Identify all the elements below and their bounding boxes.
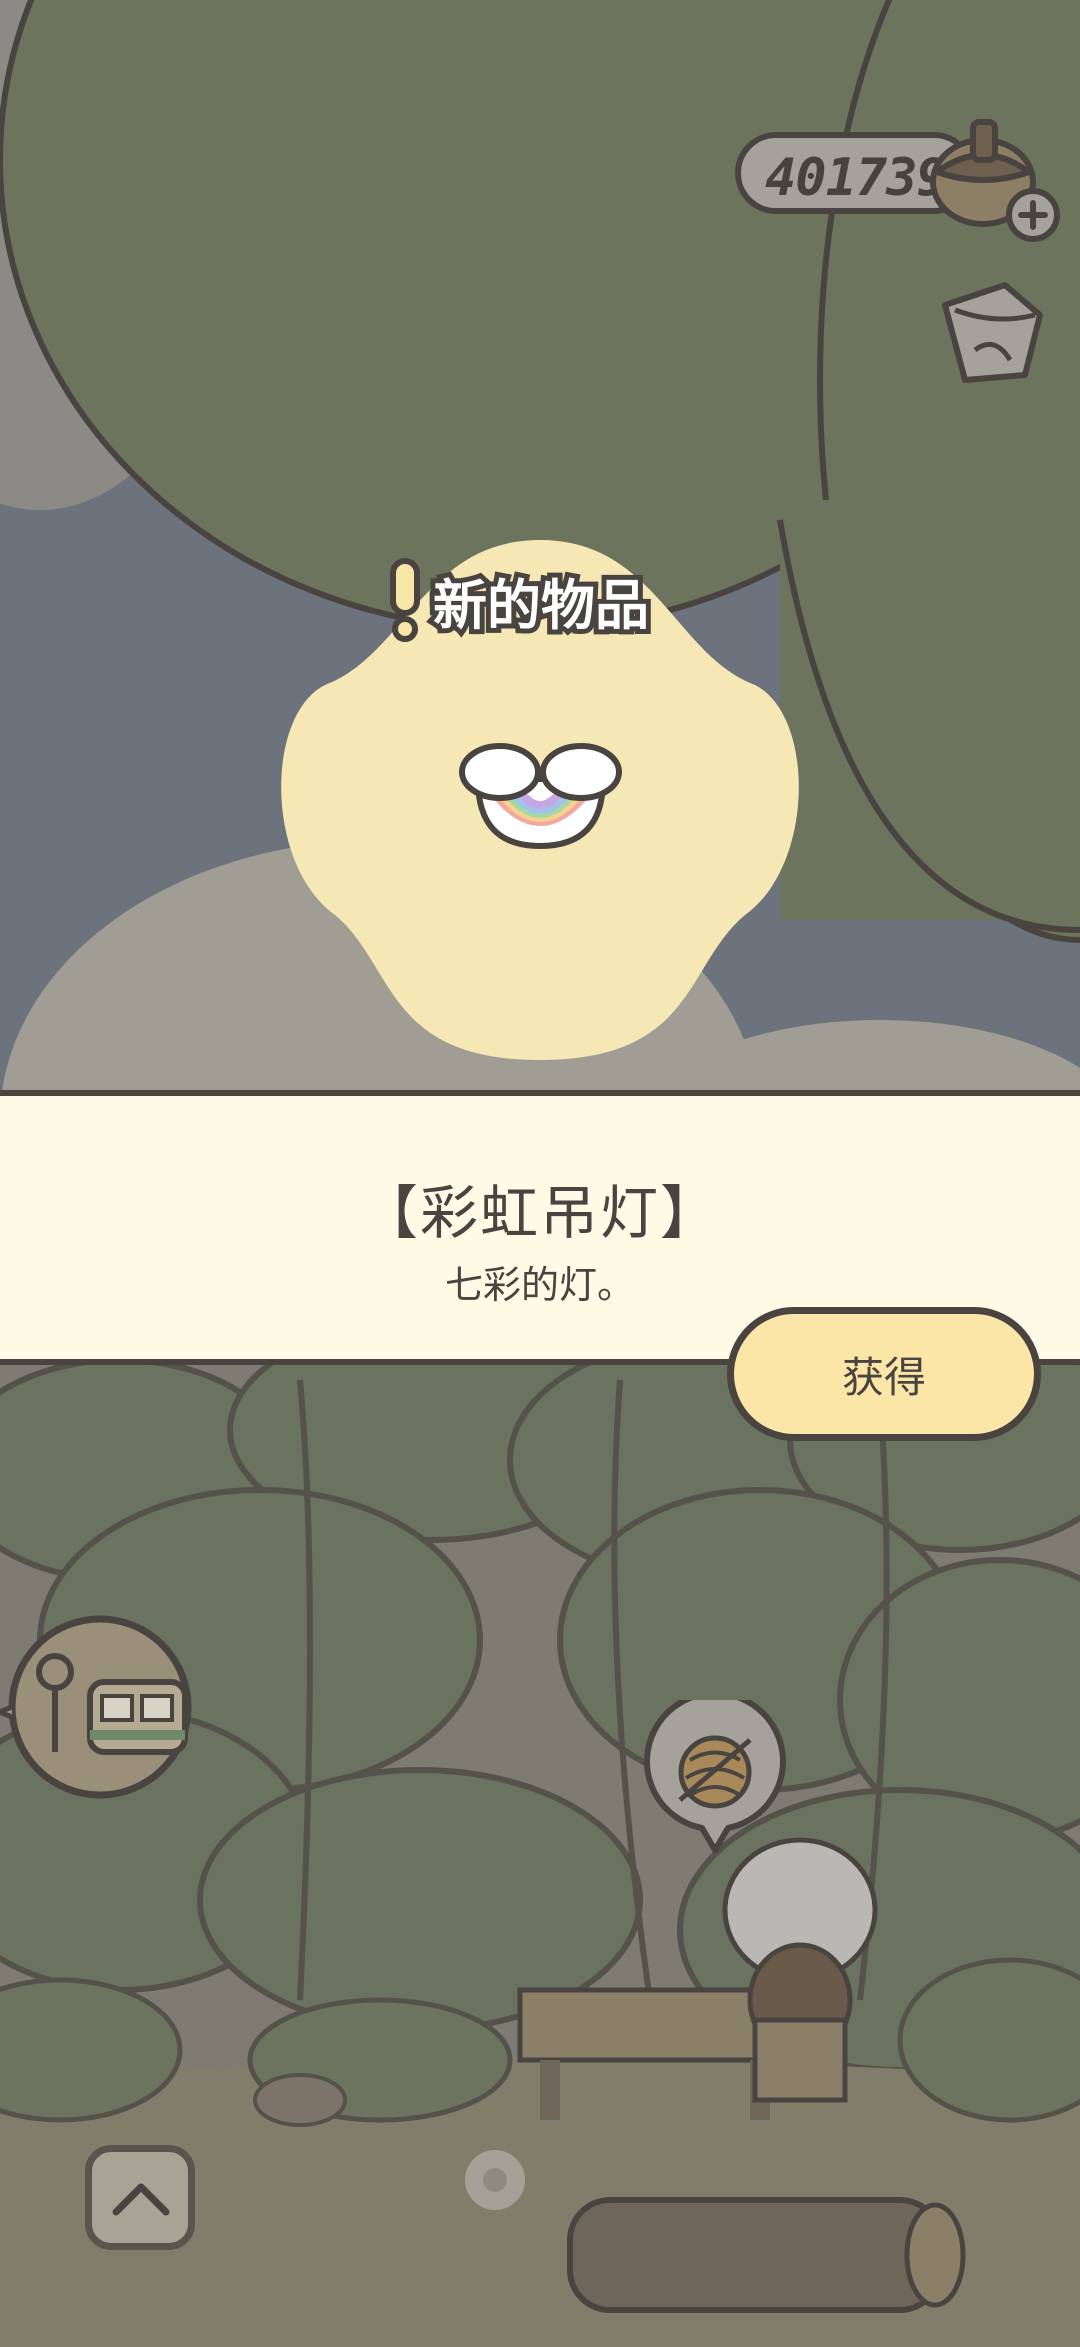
scroll-up-button[interactable]: [85, 2145, 195, 2250]
chevron-up-icon: [112, 2183, 170, 2216]
yarn-icon[interactable]: [640, 1690, 790, 1860]
new-item-label: 新的物品: [385, 555, 654, 645]
item-description: 七彩的灯。: [444, 1263, 635, 1307]
acorn-icon[interactable]: [915, 110, 1065, 250]
new-item-text: 新的物品: [428, 569, 654, 642]
exclamation-icon: [390, 558, 420, 642]
rainbow-lamp-icon[interactable]: [458, 738, 623, 850]
mail-icon[interactable]: [925, 265, 1060, 395]
train-icon[interactable]: [0, 1612, 200, 1802]
get-button[interactable]: 获得: [727, 1307, 1041, 1441]
item-name: 【彩虹吊灯】: [359, 1179, 720, 1247]
